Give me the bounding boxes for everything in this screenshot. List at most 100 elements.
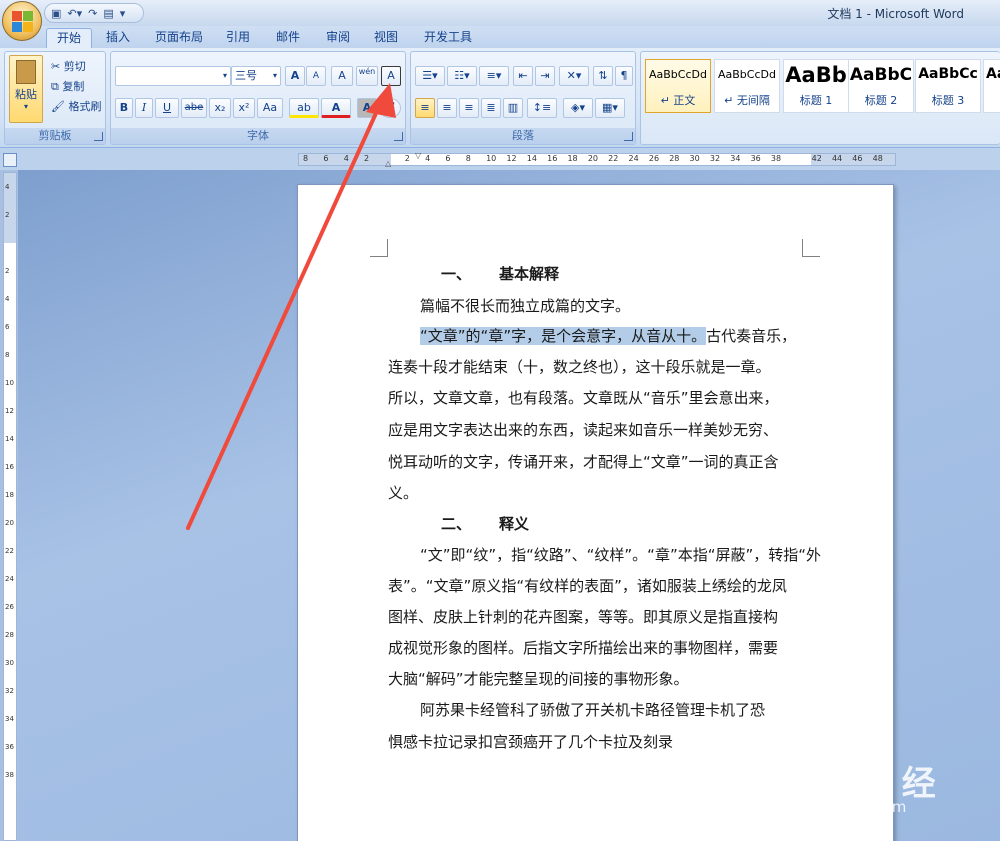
margin-corner-mark [802,239,820,257]
ruler-tick-label: 44 [831,154,843,163]
dialog-launcher-icon[interactable] [94,132,103,141]
sort-button[interactable]: ⇅ [593,66,613,86]
scissors-icon: ✂ [51,60,61,73]
asian-layout-button[interactable]: ✕▾ [559,66,589,86]
style-more[interactable]: Aa [983,59,1000,113]
paragraph-3-line-2: 表”。“文章”原义指“有纹样的表面”，诸如服装上绣绘的龙凤 [388,577,787,595]
align-right-button[interactable]: ≡ [459,98,479,118]
increase-indent-button[interactable]: ⇥ [535,66,555,86]
vertical-ruler-tick-label: 24 [5,575,14,583]
line-spacing-button[interactable]: ↕≡ [527,98,557,118]
selected-text[interactable]: “文章”的“章”字，是个会意字，从音从十。 [420,327,707,345]
redo-icon[interactable]: ↷ [88,7,97,20]
dialog-launcher-icon[interactable] [394,132,403,141]
quick-access-toolbar: ▣ ↶▾ ↷ ▤ ▾ [44,3,144,23]
bullets-button[interactable]: ☰▾ [415,66,445,86]
ruler-tick-label: 38 [770,154,782,163]
bold-button[interactable]: B [115,98,133,118]
tab-page-layout[interactable]: 页面布局 [145,28,213,48]
style-normal[interactable]: AaBbCcDd ↵ 正文 [645,59,711,113]
pilcrow-icon: ¶ [620,69,628,82]
bullets-icon: ☰▾ [422,69,438,82]
customize-icon[interactable]: ▾ [120,7,126,20]
borders-button[interactable]: ▦▾ [595,98,625,118]
style-no-spacing[interactable]: AaBbCcDd ↵ 无间隔 [714,59,780,113]
show-marks-button[interactable]: ¶ [615,66,633,86]
font-group: ▾ 三号 ▾ A A A wén A B I U abe x₂ x² Aa ab… [110,51,406,145]
numbering-button[interactable]: ☷▾ [447,66,477,86]
character-shading-button[interactable]: A [357,98,377,118]
shading-button[interactable]: ◈▾ [563,98,593,118]
subscript-button[interactable]: x₂ [209,98,231,118]
tab-insert[interactable]: 插入 [96,28,140,48]
style-heading-2[interactable]: AaBbC 标题 2 [848,59,914,113]
enclose-characters-button[interactable]: 字 [379,98,401,118]
italic-button[interactable]: I [135,98,153,118]
style-heading-3[interactable]: AaBbCc 标题 3 [915,59,981,113]
vertical-ruler-tick-label: 4 [5,183,10,191]
tab-home[interactable]: 开始 [46,28,93,48]
dialog-launcher-icon[interactable] [624,132,633,141]
multilevel-list-icon: ≡▾ [486,69,502,82]
distributed-button[interactable]: ▥ [503,98,523,118]
vertical-ruler-tick-label: 2 [5,211,10,219]
asian-layout-icon: ✕▾ [566,69,582,82]
change-case-button[interactable]: Aa [257,98,283,118]
line-spacing-icon: ↕≡ [532,101,552,114]
shrink-font-button[interactable]: A [306,66,326,86]
format-painter-button[interactable]: 🖌 格式刷 [51,98,101,114]
font-color-button[interactable]: A [321,98,351,118]
brush-icon: 🖌 [51,100,65,113]
ruler-tick-label: 6 [323,154,329,163]
undo-icon[interactable]: ↶▾ [67,7,82,20]
ruler-tick-label: 6 [445,154,451,163]
save-icon[interactable]: ▣ [51,7,61,20]
paragraph-3-line-5: 大脑“解码”才能完整呈现的间接的事物形象。 [388,670,689,688]
ruler-tick-label: 12 [506,154,517,163]
paste-label: 粘贴 [15,88,37,101]
vertical-ruler-tick-label: 22 [5,547,14,555]
font-size-select[interactable]: 三号 ▾ [231,66,281,86]
ruler-tick-label: 46 [852,154,863,163]
justify-icon: ≣ [486,101,496,114]
left-indent-marker[interactable]: △ [385,159,391,168]
first-line-indent-marker[interactable]: ▽ [415,151,421,160]
horizontal-ruler[interactable]: 8 6 4 2 2 4 6 8 10 12 14 16 18 20 22 24 26 28 30 32 34 36 38 42… [298,151,896,168]
paragraph-3-line-4: 成视觉形象的图样。后指文字所描绘出来的事物图样，需要 [388,639,779,657]
tab-selector-icon[interactable] [3,153,17,167]
underline-button[interactable]: U [155,98,179,118]
vertical-ruler[interactable]: 4 2 2 4 6 8 10 12 14 16 18 20 22 24 26 28 30 32 34 36 38 [3,172,17,841]
phonetic-guide-button[interactable]: wén [356,66,378,86]
character-border-button[interactable]: A [381,66,401,86]
grow-font-button[interactable]: A [285,66,305,86]
decrease-indent-button[interactable]: ⇤ [513,66,533,86]
copy-button[interactable]: ⧉ 复制 [51,78,84,94]
superscript-button[interactable]: x² [233,98,255,118]
tab-references[interactable]: 引用 [216,28,260,48]
align-left-button[interactable]: ≡ [415,98,435,118]
cut-button[interactable]: ✂ 剪切 [51,58,86,74]
tab-review[interactable]: 审阅 [316,28,360,48]
ruler-tick-label: 32 [709,154,721,163]
justify-button[interactable]: ≣ [481,98,501,118]
print-preview-icon[interactable]: ▤ [103,7,113,20]
strikethrough-button[interactable]: abe [181,98,207,118]
paste-button[interactable]: 粘贴 ▾ [9,55,43,123]
style-heading-1[interactable]: AaBb 标题 1 [783,59,849,113]
title-bar: ▣ ↶▾ ↷ ▤ ▾ 文档 1 - Microsoft Word [0,0,1000,26]
office-button[interactable] [2,1,42,41]
align-center-button[interactable]: ≡ [437,98,457,118]
tab-developer[interactable]: 开发工具 [414,28,482,48]
baidu-jingyan-watermark: Bai du 经验 jingyan.baidu.com [760,730,960,841]
chevron-down-icon: ▾ [272,71,277,80]
highlight-button[interactable]: ab [289,98,319,118]
tab-mailings[interactable]: 邮件 [266,28,310,48]
vertical-ruler-tick-label: 14 [5,435,14,443]
ruler-tick-label: 8 [303,154,309,163]
font-name-select[interactable]: ▾ [115,66,231,86]
paragraph-2-line-2: 连奏十段才能结束（十，数之终也），这十段乐就是一章。 [388,358,771,376]
clear-format-button[interactable]: A [331,66,353,86]
tab-view[interactable]: 视图 [364,28,408,48]
align-left-icon: ≡ [420,101,430,114]
multilevel-list-button[interactable]: ≡▾ [479,66,509,86]
